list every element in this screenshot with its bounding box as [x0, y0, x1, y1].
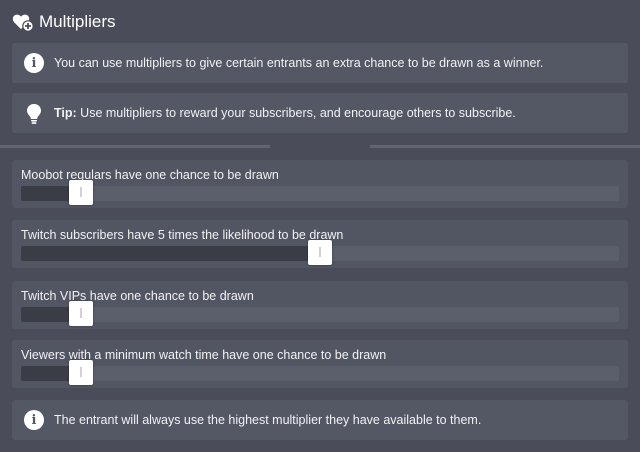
slider-label: Moobot regulars have one chance to be dr…: [21, 168, 279, 182]
multiplier-slider[interactable]: [21, 301, 619, 326]
multiplier-slider[interactable]: [21, 360, 619, 385]
heart-plus-icon: [12, 12, 34, 32]
info-icon: i: [24, 410, 44, 430]
tip-label: Tip:: [54, 106, 77, 120]
slider-group-regulars: Moobot regulars have one chance to be dr…: [12, 160, 628, 208]
tip-text: Tip: Use multipliers to reward your subs…: [54, 106, 516, 120]
tip-body: Use multipliers to reward your subscribe…: [76, 106, 516, 120]
lightbulb-icon: [24, 103, 44, 124]
info-text: You can use multipliers to give certain …: [54, 56, 544, 70]
multiplier-slider[interactable]: [21, 180, 619, 205]
footer-info-box: i The entrant will always use the highes…: [12, 400, 628, 440]
slider-group-watch-time: Viewers with a minimum watch time have o…: [12, 340, 628, 388]
slider-handle[interactable]: [68, 360, 93, 385]
slider-label: Twitch VIPs have one chance to be drawn: [21, 289, 254, 303]
slider-handle[interactable]: [308, 240, 332, 265]
slider-group-subscribers: Twitch subscribers have 5 times the like…: [12, 220, 628, 268]
slider-handle[interactable]: [68, 301, 93, 326]
slider-group-vips: Twitch VIPs have one chance to be drawn: [12, 281, 628, 329]
info-box: i You can use multipliers to give certai…: [12, 43, 628, 83]
info-icon: i: [24, 53, 44, 73]
divider-right: [370, 145, 640, 148]
slider-label: Twitch subscribers have 5 times the like…: [21, 228, 344, 242]
footer-info-text: The entrant will always use the highest …: [54, 413, 482, 427]
slider-handle[interactable]: [68, 180, 93, 205]
section-header: Multipliers: [12, 10, 116, 34]
slider-fill: [21, 246, 320, 261]
tip-box: Tip: Use multipliers to reward your subs…: [12, 93, 628, 133]
page-title: Multipliers: [39, 12, 116, 31]
divider-left: [0, 145, 270, 148]
multiplier-slider[interactable]: [21, 240, 619, 265]
